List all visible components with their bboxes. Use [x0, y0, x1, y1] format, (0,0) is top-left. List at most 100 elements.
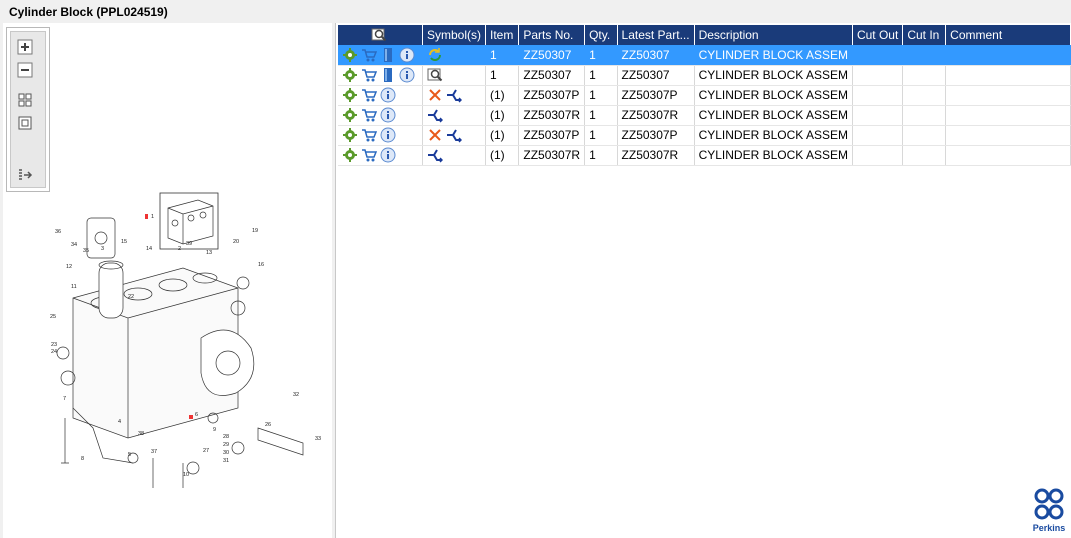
item-cell[interactable]: 1 [485, 65, 520, 86]
callout-33[interactable]: 33 [315, 436, 321, 442]
quantity-cell[interactable]: 1 [584, 125, 618, 146]
table-row[interactable]: (1) ZZ50307R 1 ZZ50307R CYLINDER BLOCK ASSEM [338, 105, 1071, 126]
fit-all-button[interactable] [16, 91, 34, 109]
callout-6[interactable]: 6 [195, 412, 198, 418]
callout-5[interactable]: 5 [128, 452, 131, 458]
cut-out-cell[interactable] [852, 105, 904, 126]
cut-in-cell[interactable] [902, 145, 947, 166]
latest-part-cell[interactable]: ZZ50307 [617, 45, 695, 66]
callout-25[interactable]: 25 [50, 314, 56, 320]
callout-31[interactable]: 31 [223, 458, 229, 464]
callout-23[interactable]: 23 [51, 342, 57, 348]
cut-out-cell[interactable] [852, 85, 904, 106]
info-icon[interactable] [399, 67, 415, 83]
split-arrow-icon[interactable] [427, 107, 443, 123]
table-row[interactable]: (1) ZZ50307R 1 ZZ50307R CYLINDER BLOCK ASSEM [338, 145, 1071, 166]
cut-out-cell[interactable] [852, 125, 904, 146]
part-number-cell[interactable]: ZZ50307R [518, 105, 586, 126]
quantity-cell[interactable]: 1 [584, 105, 618, 126]
callout-34[interactable]: 34 [71, 242, 77, 248]
split-arrow-icon[interactable] [446, 87, 462, 103]
fit-window-button[interactable] [16, 114, 34, 132]
book-icon[interactable] [380, 47, 396, 63]
latest-part-cell[interactable]: ZZ50307R [617, 145, 695, 166]
comment-cell[interactable] [945, 105, 1071, 126]
quantity-cell[interactable]: 1 [584, 145, 618, 166]
comment-cell[interactable] [945, 145, 1071, 166]
table-row[interactable]: 1 ZZ50307 1 ZZ50307 CYLINDER BLOCK ASSEM [338, 45, 1071, 66]
column-header-1[interactable]: Symbol(s) [422, 25, 487, 45]
comment-cell[interactable] [945, 45, 1071, 66]
zoom-in-button[interactable] [16, 38, 34, 56]
info-icon[interactable] [380, 127, 396, 143]
callout-8[interactable]: 8 [81, 456, 84, 462]
column-header-3[interactable]: Parts No. [518, 25, 586, 45]
cut-out-cell[interactable] [852, 65, 904, 86]
column-header-7[interactable]: Cut Out [852, 25, 904, 45]
callout-19[interactable]: 19 [252, 228, 258, 234]
description-cell[interactable]: CYLINDER BLOCK ASSEM [694, 125, 853, 146]
callout-38[interactable]: 38 [138, 431, 144, 437]
column-header-8[interactable]: Cut In [902, 25, 947, 45]
cart-icon[interactable] [361, 147, 377, 163]
callout-28[interactable]: 28 [223, 434, 229, 440]
split-arrow-icon[interactable] [427, 147, 443, 163]
part-number-cell[interactable]: ZZ50307P [518, 85, 586, 106]
column-header-2[interactable]: Item [485, 25, 520, 45]
callout-29[interactable]: 29 [223, 442, 229, 448]
book-icon[interactable] [380, 67, 396, 83]
cut-out-cell[interactable] [852, 145, 904, 166]
cut-in-cell[interactable] [902, 65, 947, 86]
callout-11[interactable]: 11 [71, 284, 77, 290]
callout-24[interactable]: 24 [51, 349, 57, 355]
callout-13[interactable]: 13 [206, 250, 212, 256]
callout-3[interactable]: 3 [101, 246, 104, 252]
gear-icon[interactable] [342, 107, 358, 123]
latest-part-cell[interactable]: ZZ50307P [617, 125, 695, 146]
callout-14[interactable]: 14 [146, 246, 152, 252]
callout-32[interactable]: 32 [293, 392, 299, 398]
cart-icon[interactable] [361, 67, 377, 83]
info-icon[interactable] [380, 107, 396, 123]
cart-icon[interactable] [361, 87, 377, 103]
description-cell[interactable]: CYLINDER BLOCK ASSEM [694, 145, 853, 166]
callout-12[interactable]: 12 [66, 264, 72, 270]
callout-1[interactable]: 1 [151, 214, 154, 220]
info-icon[interactable] [399, 47, 415, 63]
callout-37[interactable]: 37 [151, 449, 157, 455]
gear-icon[interactable] [342, 47, 358, 63]
cut-out-cell[interactable] [852, 45, 904, 66]
callout-30[interactable]: 30 [223, 450, 229, 456]
callout-35[interactable]: 35 [83, 248, 89, 254]
callout-7[interactable]: 7 [63, 396, 66, 402]
table-row[interactable]: (1) ZZ50307P 1 ZZ50307P CYLINDER BLOCK ASSEM [338, 125, 1071, 146]
gear-icon[interactable] [342, 87, 358, 103]
callout-4[interactable]: 4 [118, 419, 121, 425]
part-number-cell[interactable]: ZZ50307 [518, 65, 586, 86]
export-button[interactable] [16, 166, 34, 184]
cut-in-cell[interactable] [902, 105, 947, 126]
comment-cell[interactable] [945, 85, 1071, 106]
gear-icon[interactable] [342, 127, 358, 143]
callout-9[interactable]: 9 [213, 427, 216, 433]
description-cell[interactable]: CYLINDER BLOCK ASSEM [694, 85, 853, 106]
zoom-out-button[interactable] [16, 61, 34, 79]
quantity-cell[interactable]: 1 [584, 45, 618, 66]
cut-in-cell[interactable] [902, 45, 947, 66]
item-cell[interactable]: (1) [485, 125, 520, 146]
callout-15[interactable]: 15 [121, 239, 127, 245]
callout-27[interactable]: 27 [203, 448, 209, 454]
quantity-cell[interactable]: 1 [584, 65, 618, 86]
part-number-cell[interactable]: ZZ50307 [518, 45, 586, 66]
latest-part-cell[interactable]: ZZ50307R [617, 105, 695, 126]
description-cell[interactable]: CYLINDER BLOCK ASSEM [694, 45, 853, 66]
gear-icon[interactable] [342, 147, 358, 163]
column-header-4[interactable]: Qty. [584, 25, 618, 45]
gear-icon[interactable] [342, 67, 358, 83]
table-row[interactable]: (1) ZZ50307P 1 ZZ50307P CYLINDER BLOCK ASSEM [338, 85, 1071, 106]
cycle-icon[interactable] [427, 47, 443, 63]
cart-icon[interactable] [361, 47, 377, 63]
comment-cell[interactable] [945, 125, 1071, 146]
column-header-6[interactable]: Description [694, 25, 853, 45]
callout-16[interactable]: 16 [258, 262, 264, 268]
